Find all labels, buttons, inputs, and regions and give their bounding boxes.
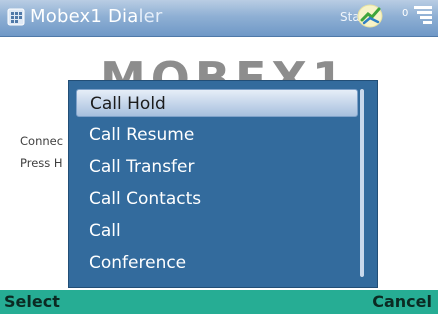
app-title-faded: ler	[138, 6, 163, 27]
softkey-bar: Select Cancel	[0, 290, 438, 314]
menu-item-call-hold[interactable]: Call Hold	[76, 89, 358, 117]
battery-icon	[414, 6, 432, 24]
cancel-softkey[interactable]: Cancel	[372, 290, 432, 314]
status-line-connect: Connec	[20, 134, 64, 148]
menu-item-call-transfer[interactable]: Call Transfer	[89, 153, 195, 181]
signal-strength-icon	[357, 4, 383, 28]
select-softkey[interactable]: Select	[4, 290, 60, 314]
app-title: Mobex1 Dialer	[30, 4, 163, 30]
app-title-main: Mobex1 Dia	[30, 6, 139, 27]
menu-item-call-resume[interactable]: Call Resume	[89, 121, 194, 149]
scrollbar-thumb[interactable]	[360, 89, 364, 277]
battery-level-text: 0	[402, 8, 409, 19]
menu-item-call-contacts[interactable]: Call Contacts	[89, 185, 201, 213]
app-icon	[7, 8, 25, 26]
menu-item-conference[interactable]: Conference	[89, 249, 186, 277]
menu-item-call[interactable]: Call	[89, 217, 121, 245]
title-bar: Mobex1 Dialer Sta 0	[0, 0, 438, 37]
status-line-press: Press H	[20, 156, 63, 170]
options-popup-menu: Call Hold Call Resume Call Transfer Call…	[68, 80, 378, 288]
